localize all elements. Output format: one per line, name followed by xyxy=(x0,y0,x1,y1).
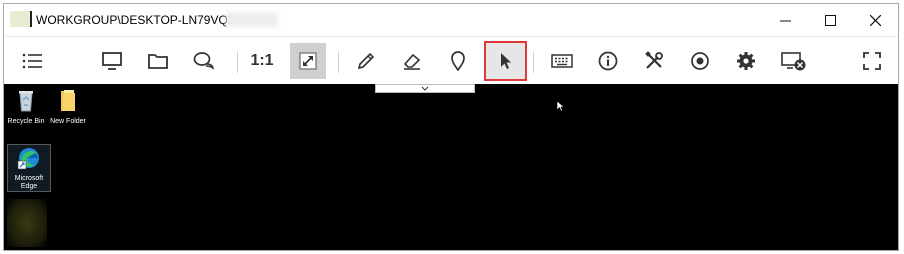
eraser-button[interactable] xyxy=(394,43,430,79)
mouse-cursor-icon xyxy=(556,100,565,112)
settings-button[interactable] xyxy=(728,43,764,79)
pointer-button[interactable] xyxy=(484,41,527,81)
toolbar-collapse-tab[interactable] xyxy=(375,84,475,93)
fit-window-icon xyxy=(299,52,317,70)
recycle-bin-icon xyxy=(19,91,33,112)
toolbar-separator xyxy=(338,51,339,73)
info-button[interactable] xyxy=(590,43,626,79)
remote-desktop[interactable]: Recycle Bin New Folder Microsoft Edge xyxy=(4,84,898,250)
desktop-icon-label: Microsoft Edge xyxy=(14,175,44,190)
remote-session-window: WORKGROUP\DESKTOP-LN79VQ3 - 1:1 Recycle … xyxy=(3,3,899,251)
maximize-icon xyxy=(824,14,836,26)
title-redacted xyxy=(226,12,278,27)
location-pin-icon xyxy=(451,51,465,71)
desktop-icon-label: Recycle Bin xyxy=(7,118,45,125)
desktop-icon-recycle-bin[interactable]: Recycle Bin xyxy=(5,88,47,126)
disconnect-button[interactable] xyxy=(776,43,812,79)
desktop-icon-microsoft-edge[interactable]: Microsoft Edge xyxy=(7,144,51,192)
desktop-icon-label: New Folder xyxy=(50,118,86,125)
keyboard-icon xyxy=(551,54,573,68)
fullscreen-button[interactable] xyxy=(854,43,890,79)
window-title: WORKGROUP\DESKTOP-LN79VQ3 - xyxy=(36,13,242,27)
record-button[interactable] xyxy=(682,43,718,79)
menu-button[interactable] xyxy=(14,43,50,79)
eraser-icon xyxy=(403,53,421,70)
disconnect-icon xyxy=(781,52,806,71)
monitor-icon xyxy=(102,52,122,70)
draw-button[interactable] xyxy=(348,43,384,79)
gear-icon xyxy=(737,52,755,70)
desktop-icon-new-folder[interactable]: New Folder xyxy=(47,88,89,126)
folder-icon xyxy=(148,54,168,69)
scale-label: 1:1 xyxy=(250,52,274,69)
close-icon xyxy=(869,14,881,26)
tools-button[interactable] xyxy=(636,43,672,79)
keyboard-button[interactable] xyxy=(544,43,580,79)
info-icon xyxy=(598,51,618,71)
tools-icon xyxy=(645,51,663,69)
edge-icon xyxy=(17,148,39,170)
pencil-icon xyxy=(357,52,375,70)
record-icon xyxy=(691,52,709,70)
title-bar: WORKGROUP\DESKTOP-LN79VQ3 - xyxy=(4,4,898,36)
maximize-button[interactable] xyxy=(807,4,853,36)
chevron-down-icon xyxy=(421,86,429,91)
chat-button[interactable] xyxy=(186,43,222,79)
minimize-button[interactable] xyxy=(762,4,808,36)
menu-icon xyxy=(22,53,42,69)
blurred-desktop-region xyxy=(7,199,47,247)
pointer-icon xyxy=(500,53,511,69)
chat-icon xyxy=(193,52,215,70)
scale-1to1-button[interactable]: 1:1 xyxy=(244,43,280,79)
app-icon xyxy=(10,11,32,27)
monitor-button[interactable] xyxy=(94,43,130,79)
fullscreen-icon xyxy=(863,52,881,70)
toolbar-separator xyxy=(237,51,238,73)
toolbar: 1:1 xyxy=(4,36,898,84)
toolbar-separator xyxy=(533,51,534,73)
fit-window-button[interactable] xyxy=(290,43,326,79)
close-button[interactable] xyxy=(852,4,898,36)
pin-button[interactable] xyxy=(440,43,476,79)
folder-icon xyxy=(61,90,75,111)
file-transfer-button[interactable] xyxy=(140,43,176,79)
minimize-icon xyxy=(779,20,791,21)
